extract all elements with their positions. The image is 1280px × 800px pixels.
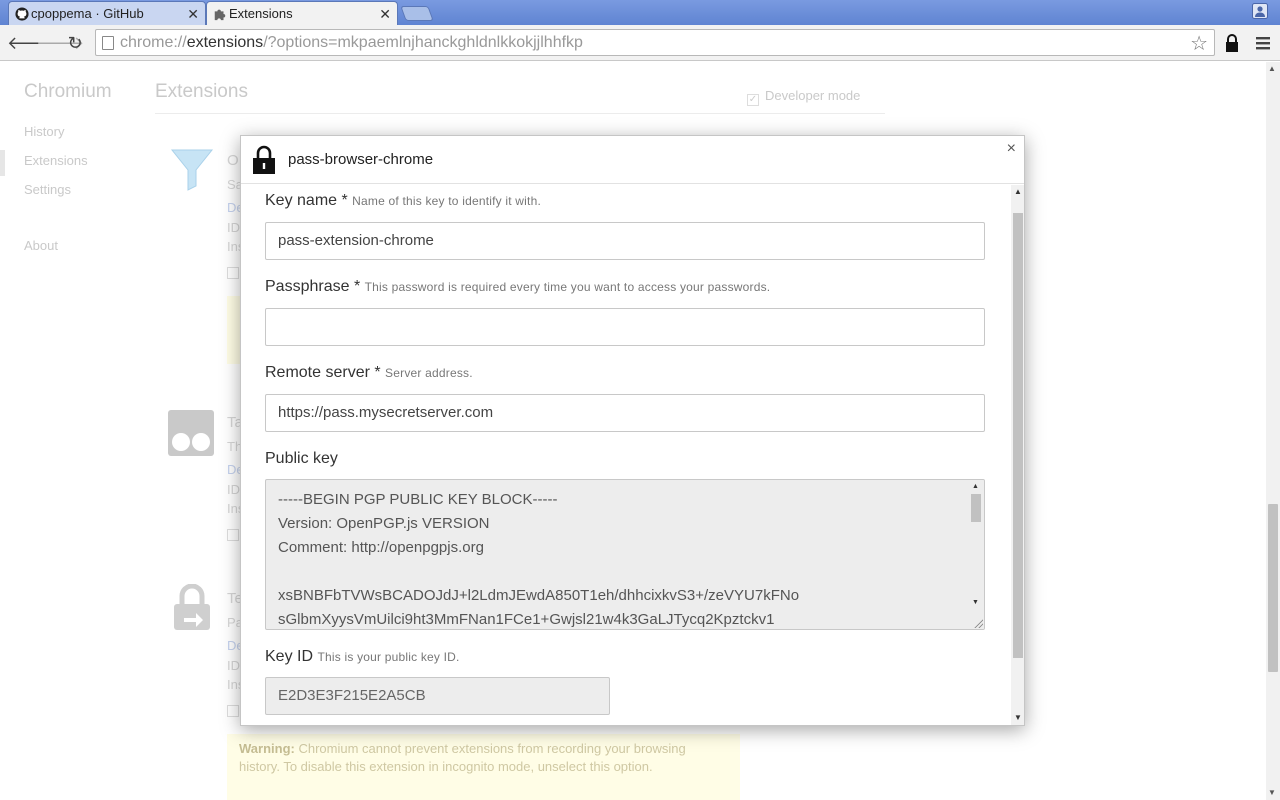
key-id-input: E2D3E3F215E2A5CB [265, 677, 610, 715]
developer-mode-toggle[interactable]: ✓ Developer mode [747, 88, 860, 106]
nav-history[interactable]: History [24, 124, 64, 139]
dialog-scrollbar[interactable]: ▲ ▼ [1011, 185, 1024, 725]
remote-server-label: Remote server * Server address. [265, 364, 473, 381]
close-tab-icon[interactable]: ✕ [187, 2, 199, 26]
passphrase-label: Passphrase * This password is required e… [265, 278, 771, 295]
public-key-textarea[interactable]: -----BEGIN PGP PUBLIC KEY BLOCK----- Ver… [265, 479, 985, 630]
tab-strip: cpoppema · GitHub ✕ Extensions ✕ [0, 0, 1280, 25]
checkbox-icon: ✓ [747, 94, 759, 106]
dialog-body: Key name * Name of this key to identify … [241, 185, 1011, 725]
tab-github[interactable]: cpoppema · GitHub ✕ [8, 1, 206, 25]
textarea-scrollbar-thumb[interactable] [971, 494, 981, 522]
key-id-label: Key ID This is your public key ID. [265, 648, 460, 665]
key-name-input[interactable]: pass-extension-chrome [265, 222, 985, 260]
tab-title: cpoppema · GitHub [31, 6, 144, 21]
url-text[interactable]: chrome://extensions/?options=mkpaemlnjha… [120, 34, 583, 52]
header-divider [155, 113, 885, 114]
nav-extensions[interactable]: Extensions [24, 153, 88, 168]
checkbox[interactable] [227, 705, 239, 717]
checkbox[interactable] [227, 529, 239, 541]
page-scrollbar-thumb[interactable] [1268, 504, 1278, 672]
nav-about[interactable]: About [24, 238, 58, 253]
lock-extension-icon[interactable] [1222, 33, 1242, 53]
page-scrollbar[interactable]: ▲ ▼ [1266, 62, 1280, 800]
resize-grip-icon[interactable] [973, 618, 983, 628]
textarea-scrollbar[interactable]: ▲ ▼ [968, 480, 984, 629]
tab-title: Extensions [229, 6, 293, 21]
tabs-extension-icon [168, 410, 214, 456]
page-icon [102, 36, 114, 50]
puzzle-icon [214, 9, 226, 21]
lock-forward-icon [174, 584, 210, 630]
dialog-header: pass-browser-chrome × [241, 136, 1024, 184]
forward-button[interactable]: 🡒 [36, 33, 84, 53]
user-profile-icon[interactable] [1252, 3, 1268, 19]
tab-extensions[interactable]: Extensions ✕ [206, 1, 398, 25]
warning-box-fragment [227, 296, 240, 364]
close-tab-icon[interactable]: ✕ [379, 2, 391, 26]
lock-icon [253, 145, 275, 174]
reload-button[interactable]: ↻ [65, 33, 85, 53]
options-dialog: pass-browser-chrome × Key name * Name of… [240, 135, 1025, 726]
new-tab-button[interactable] [400, 6, 434, 21]
public-key-text: -----BEGIN PGP PUBLIC KEY BLOCK----- Ver… [278, 491, 800, 628]
nav-settings[interactable]: Settings [24, 182, 71, 197]
key-name-label: Key name * Name of this key to identify … [265, 192, 541, 209]
dialog-title: pass-browser-chrome [288, 151, 434, 168]
bookmark-star-icon[interactable]: ☆ [1190, 31, 1208, 56]
back-button[interactable]: 🡐 [7, 33, 55, 53]
page-title: Extensions [155, 81, 248, 102]
close-dialog-button[interactable]: × [1007, 140, 1016, 158]
github-icon [15, 7, 29, 21]
browser-toolbar: 🡐 🡒 ↻ chrome://extensions/?options=mkpae… [0, 25, 1280, 61]
nav-active-indicator [0, 150, 5, 176]
address-bar[interactable]: chrome://extensions/?options=mkpaemlnjha… [95, 29, 1215, 56]
passphrase-input[interactable] [265, 308, 985, 346]
menu-icon[interactable] [1253, 33, 1273, 53]
remote-server-input[interactable]: https://pass.mysecretserver.com [265, 394, 985, 432]
checkbox[interactable] [227, 267, 239, 279]
dialog-scrollbar-thumb[interactable] [1013, 213, 1023, 658]
incognito-warning: Warning: Chromium cannot prevent extensi… [227, 734, 740, 800]
brand-title: Chromium [24, 81, 112, 102]
filter-funnel-icon [170, 149, 214, 191]
public-key-label: Public key [265, 450, 338, 467]
